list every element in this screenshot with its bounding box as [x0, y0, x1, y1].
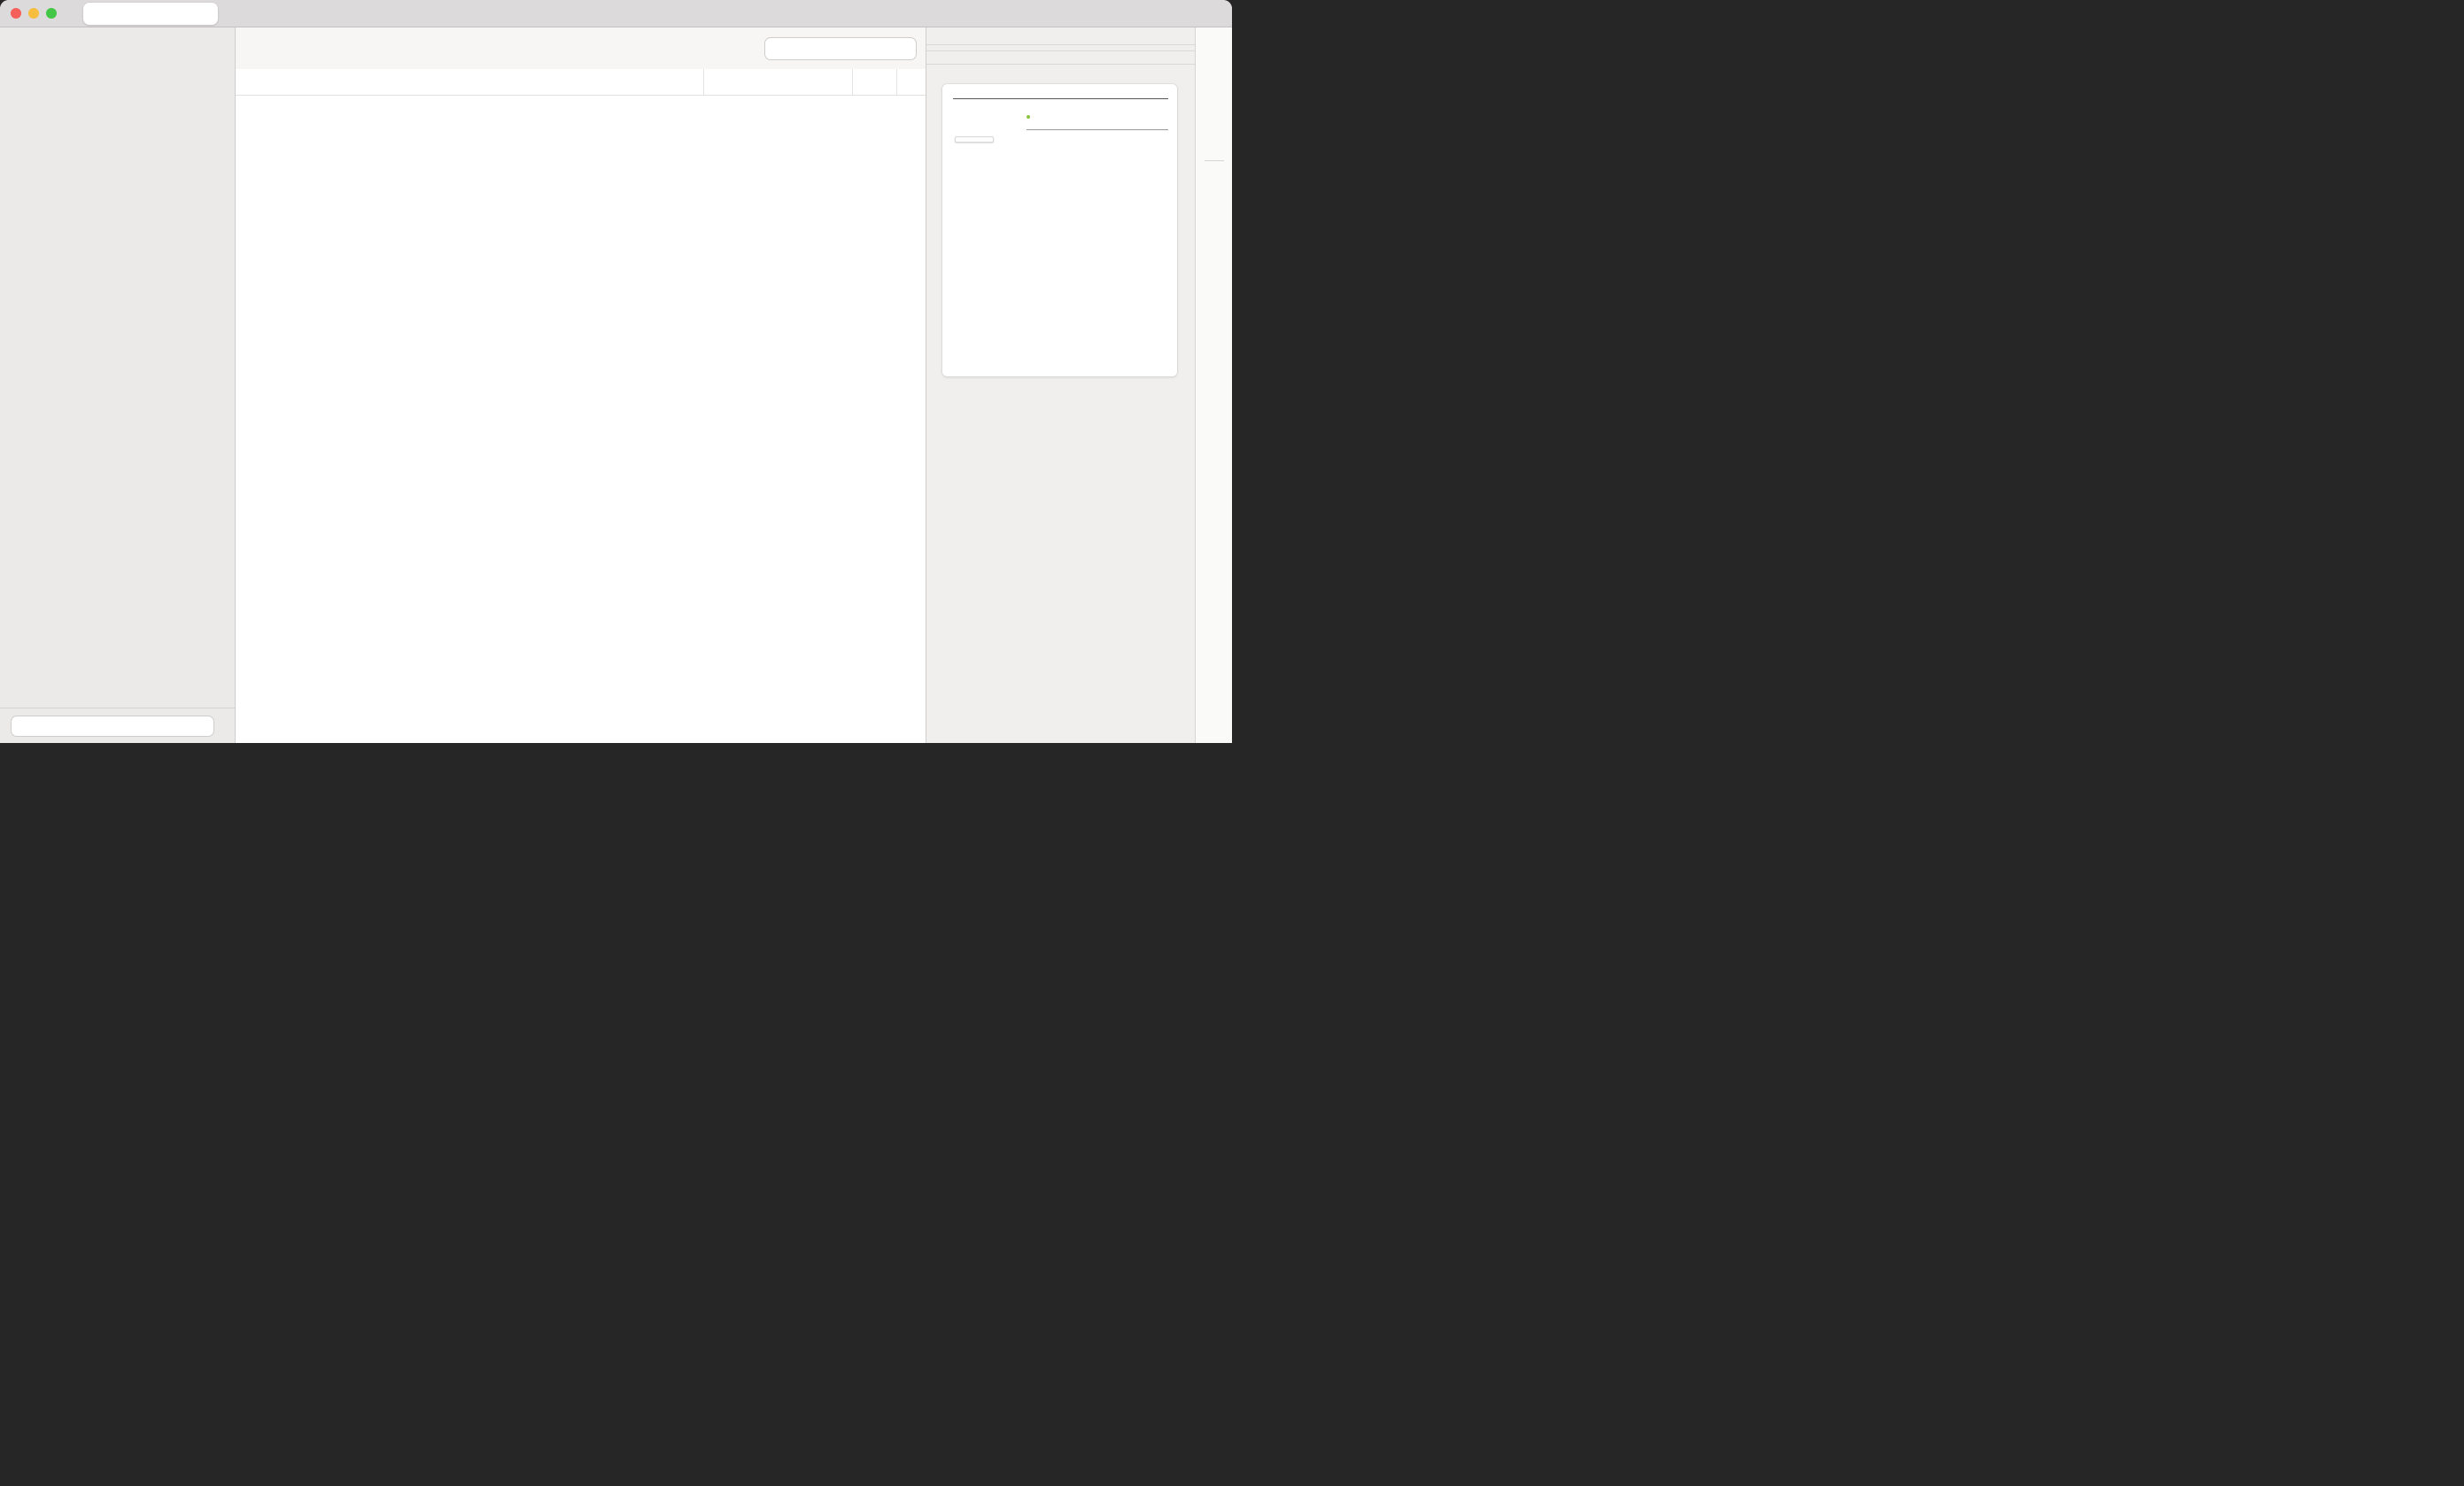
check-updates-badge: [955, 136, 994, 143]
orcid-icon: [1027, 115, 1030, 119]
zoom-window-button[interactable]: [46, 8, 57, 19]
column-header-title[interactable]: [236, 69, 703, 95]
divider: [1027, 129, 1168, 130]
item-title: [926, 27, 1195, 45]
divider: [953, 98, 1168, 99]
abstract-section[interactable]: [926, 51, 1195, 64]
column-header-creator[interactable]: [703, 69, 852, 95]
zotero-window: [0, 0, 1232, 743]
item-pane-sidenav: [1195, 27, 1232, 743]
search-box[interactable]: [764, 37, 917, 60]
column-header-year[interactable]: [852, 69, 896, 95]
pdf-authors: [1027, 114, 1168, 121]
close-window-button[interactable]: [11, 8, 21, 19]
collections-sidebar: [0, 27, 236, 743]
window-controls[interactable]: [0, 8, 66, 19]
item-list: [236, 96, 926, 743]
tag-filter-bar: [0, 708, 235, 743]
list-header: [236, 69, 926, 96]
items-pane: [236, 27, 926, 743]
tab-bar: [0, 0, 1232, 27]
attachments-section-header[interactable]: [926, 65, 1195, 79]
tab-my-library[interactable]: [83, 3, 218, 25]
sidebar-header: [0, 27, 235, 63]
minimize-window-button[interactable]: [28, 8, 39, 19]
divider: [1205, 160, 1224, 161]
filter-tags-input[interactable]: [11, 716, 214, 737]
pdf-right-column: [1027, 110, 1168, 151]
column-header-attachment[interactable]: [896, 69, 926, 95]
pdf-left-column: [953, 110, 1019, 151]
pdf-preview[interactable]: [942, 84, 1177, 376]
main-area: [0, 27, 1232, 743]
tag-selector: [0, 63, 235, 708]
search-input[interactable]: [779, 42, 909, 55]
item-details-pane: [926, 27, 1195, 743]
items-toolbar: [236, 27, 926, 69]
